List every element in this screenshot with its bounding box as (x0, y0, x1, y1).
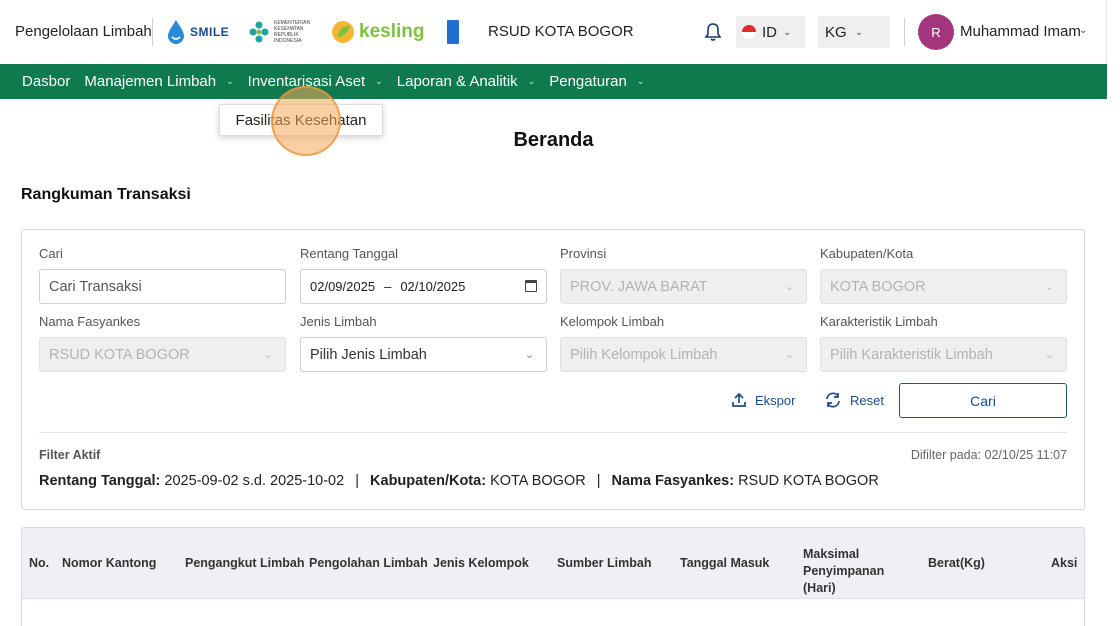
waste-type-field: Jenis Limbah Pilih Jenis Limbah ⌄ (300, 314, 547, 372)
chevron-down-icon: ⌄ (636, 76, 645, 86)
column-header: Nomor Kantong (62, 556, 157, 570)
date-end: 02/10/2025 (400, 279, 466, 294)
column-header: Pengangkut Limbah (185, 556, 305, 570)
waste-characteristic-select: Pilih Karakteristik Limbah ⌄ (820, 337, 1067, 372)
active-filter-title: Filter Aktif (39, 448, 101, 462)
column-header: Pengolahan Limbah (309, 556, 428, 570)
nav-item-laporan-analitik[interactable]: Laporan & Analitik ⌄ (397, 73, 535, 90)
date-start: 02/09/2025 (310, 279, 376, 294)
waste-group-field: Kelompok Limbah Pilih Kelompok Limbah ⌄ (560, 314, 807, 372)
nav-item-manajemen-limbah[interactable]: Manajemen Limbah ⌄ (84, 73, 233, 90)
chevron-down-icon: ⌄ (1044, 349, 1054, 361)
hospital-name: RSUD KOTA BOGOR (488, 23, 634, 40)
top-header: Pengelolaan Limbah SMILE KEMENTERIAN KES… (0, 0, 1107, 64)
section-title: Rangkuman Transaksi (21, 186, 191, 203)
waste-group-select: Pilih Kelompok Limbah ⌄ (560, 337, 807, 372)
undp-logo (447, 16, 459, 48)
transactions-table: No. Nomor Kantong Pengangkut Limbah Peng… (21, 527, 1085, 626)
column-header: Tanggal Masuk (680, 556, 770, 570)
reset-button[interactable]: Reset (824, 392, 884, 408)
chevron-down-icon: ⌄ (524, 349, 534, 361)
nav-item-dasbor[interactable]: Dasbor (22, 73, 70, 90)
divider (39, 432, 1067, 433)
app-title: Pengelolaan Limbah (15, 23, 152, 40)
main-nav: Dasbor Manajemen Limbah ⌄ Inventarisasi A… (0, 64, 1107, 99)
dropdown-item-fasilitas-kesehatan[interactable]: Fasilitas Kesehatan (219, 104, 383, 136)
waste-type-select[interactable]: Pilih Jenis Limbah ⌄ (300, 337, 547, 372)
chevron-down-icon: ⌄ (784, 349, 794, 361)
facility-select: RSUD KOTA BOGOR ⌄ (39, 337, 286, 372)
chevron-down-icon: ⌄ (1044, 281, 1054, 293)
province-field: Provinsi PROV. JAWA BARAT ⌄ (560, 246, 807, 304)
filter-card: Cari Rentang Tanggal 02/09/2025 – 02/10/… (21, 229, 1085, 510)
user-name[interactable]: Muhammad Imam (960, 23, 1081, 40)
column-header: No. (29, 556, 50, 570)
kemenkes-logo: KEMENTERIAN KESEHATAN REPUBLIK INDONESIA (248, 16, 314, 48)
chevron-down-icon: ⌄ (527, 76, 536, 86)
water-drop-icon (168, 20, 184, 44)
facility-field: Nama Fasyankes RSUD KOTA BOGOR ⌄ (39, 314, 286, 372)
chevron-down-icon: ⌄ (263, 349, 273, 361)
page-title: Beranda (513, 129, 594, 151)
active-filter-timestamp: Difilter pada: 02/10/25 11:07 (910, 448, 1067, 462)
date-range-input[interactable]: 02/09/2025 – 02/10/2025 (300, 269, 547, 304)
column-header: Sumber Limbah (557, 556, 652, 570)
undp-mark-icon (447, 20, 459, 44)
chevron-down-icon: ⌄ (784, 281, 794, 293)
column-header: Jenis Kelompok (433, 556, 529, 570)
table-header: No. Nomor Kantong Pengangkut Limbah Peng… (22, 528, 1084, 599)
search-input[interactable] (49, 278, 276, 295)
search-field: Cari (39, 246, 286, 304)
kemenkes-emblem-icon (249, 21, 269, 43)
chevron-down-icon: ⌄ (375, 76, 383, 86)
chevron-down-icon: ⌄ (854, 26, 864, 38)
kesling-leaf-icon (332, 21, 354, 43)
nav-item-inventarisasi-aset[interactable]: Inventarisasi Aset ⌄ (248, 73, 383, 90)
unit-selector[interactable]: KG ⌄ (818, 16, 890, 48)
smile-logo: SMILE (166, 16, 229, 48)
city-field: Kabupaten/Kota KOTA BOGOR ⌄ (820, 246, 1067, 304)
city-select: KOTA BOGOR ⌄ (820, 269, 1067, 304)
refresh-icon (826, 392, 840, 408)
column-header: Aksi (1051, 556, 1078, 570)
search-button[interactable]: Cari (899, 383, 1067, 418)
avatar[interactable]: R (918, 14, 954, 50)
active-filter-summary: Rentang Tanggal: 2025-09-02 s.d. 2025-10… (39, 473, 879, 489)
chevron-down-icon[interactable]: ⌄ (1079, 25, 1087, 36)
bell-icon[interactable] (704, 22, 722, 42)
chevron-down-icon: ⌄ (226, 76, 234, 86)
nav-item-pengaturan[interactable]: Pengaturan ⌄ (549, 73, 644, 90)
calendar-icon[interactable] (525, 280, 537, 292)
indonesia-flag-icon (742, 25, 756, 39)
header-divider (152, 18, 153, 46)
column-header: Maksimal Penyimpanan (Hari) (803, 547, 885, 595)
language-selector[interactable]: ID ⌄ (736, 16, 805, 48)
chevron-down-icon: ⌄ (783, 26, 792, 38)
column-header: Berat(Kg) (928, 556, 985, 570)
header-divider (904, 18, 905, 46)
waste-characteristic-field: Karakteristik Limbah Pilih Karakteristik… (820, 314, 1067, 372)
province-select: PROV. JAWA BARAT ⌄ (560, 269, 807, 304)
kesling-logo: kesling (331, 16, 424, 48)
date-range-field: Rentang Tanggal 02/09/2025 – 02/10/2025 (300, 246, 547, 304)
upload-icon (732, 392, 746, 407)
export-button[interactable]: Ekspor (731, 392, 795, 408)
